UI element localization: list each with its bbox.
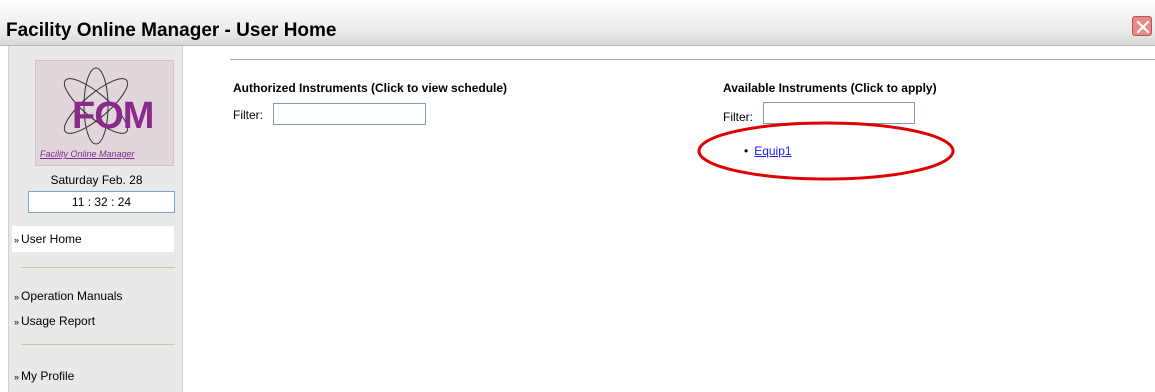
nav-marker: » bbox=[14, 235, 20, 245]
sidebar-item-label: User Home bbox=[21, 232, 82, 246]
highlight-ellipse bbox=[697, 121, 955, 181]
sidebar-item-operation-manuals[interactable]: » Operation Manuals bbox=[12, 283, 174, 309]
fom-logo: FOM Facility Online Manager bbox=[35, 60, 174, 166]
clock-display: 11 : 32 : 24 bbox=[28, 191, 175, 213]
available-instruments-title: Available Instruments (Click to apply) bbox=[723, 81, 937, 95]
authorized-filter-input[interactable] bbox=[273, 103, 426, 125]
nav-marker: » bbox=[14, 292, 20, 302]
logo-text: FOM bbox=[72, 95, 154, 137]
window-title: Facility Online Manager - User Home bbox=[6, 20, 337, 41]
sidebar-item-label: Usage Report bbox=[21, 314, 96, 328]
close-button[interactable] bbox=[1132, 16, 1152, 36]
sidebar-item-label: My Profile bbox=[21, 369, 75, 383]
current-date: Saturday Feb. 28 bbox=[50, 173, 143, 187]
logo-subtitle: Facility Online Manager bbox=[40, 149, 135, 159]
close-icon bbox=[1136, 20, 1150, 34]
authorized-instruments-title: Authorized Instruments (Click to view sc… bbox=[233, 81, 508, 95]
sidebar-divider bbox=[21, 267, 175, 268]
sidebar-item-usage-report[interactable]: » Usage Report bbox=[12, 308, 174, 334]
content-divider bbox=[230, 59, 1155, 60]
sidebar-item-label: Operation Manuals bbox=[21, 289, 123, 303]
sidebar-divider bbox=[21, 344, 175, 345]
sidebar: FOM Facility Online Manager Saturday Feb… bbox=[8, 46, 183, 392]
nav-marker: » bbox=[14, 372, 20, 382]
sidebar-item-my-profile[interactable]: » My Profile bbox=[12, 363, 174, 389]
window-titlebar: Facility Online Manager - User Home bbox=[0, 0, 1155, 46]
authorized-filter-label: Filter: bbox=[233, 108, 263, 122]
nav-marker: » bbox=[14, 317, 20, 327]
sidebar-item-user-home[interactable]: » User Home bbox=[12, 226, 174, 252]
